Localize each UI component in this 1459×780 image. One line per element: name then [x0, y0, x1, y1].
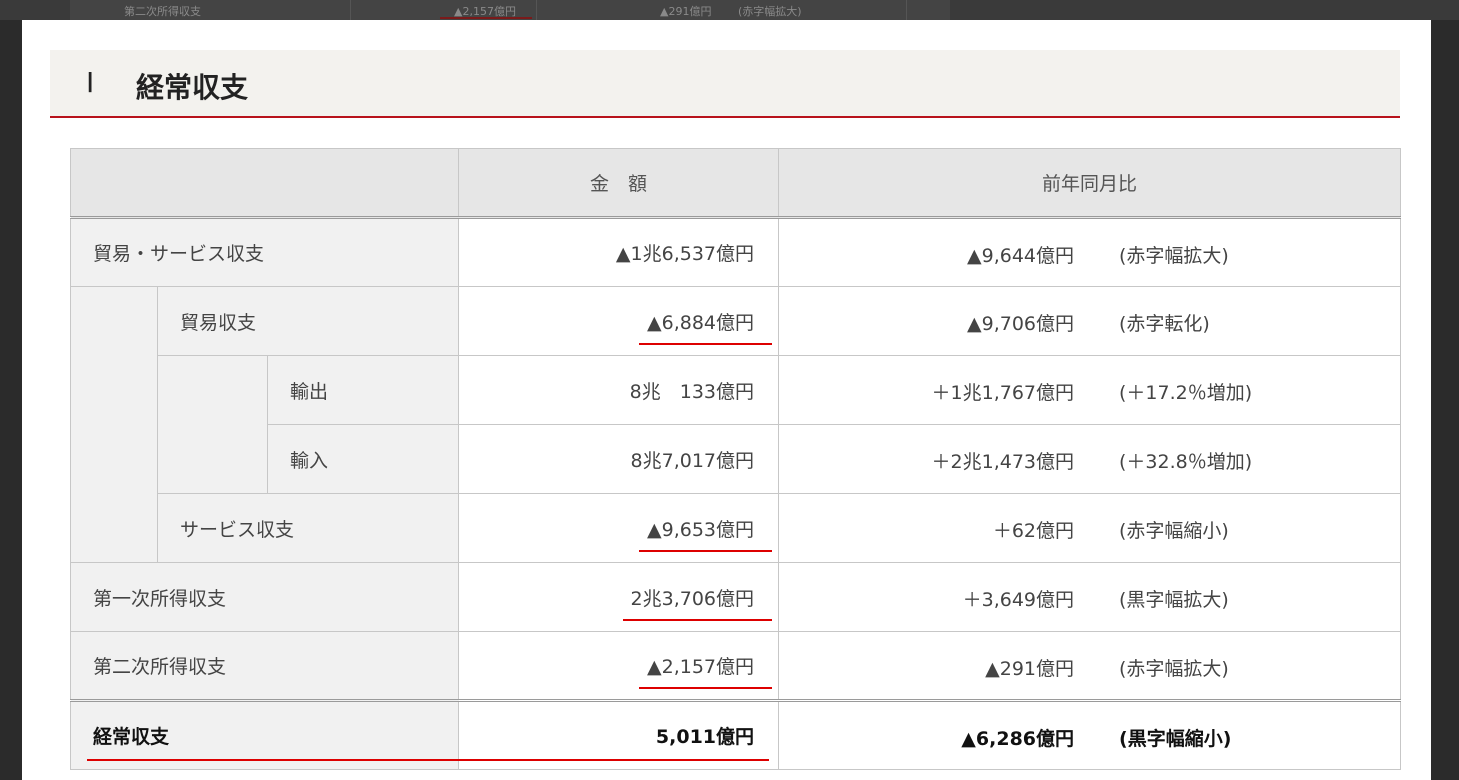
table-row: 輸出 8兆 133億円 ＋1兆1,767億円 (＋17.2％増加)	[71, 355, 1402, 494]
header-label	[69, 148, 460, 219]
indent-cell	[70, 286, 158, 563]
section-heading: Ⅰ 経常収支	[50, 50, 1400, 118]
row-note: (＋17.2％増加)	[1119, 382, 1253, 404]
background-table-strip: 第二次所得収支 ▲2,157億円 ▲291億円 (赤字幅拡大)	[0, 0, 1459, 20]
table-row: 貿易収支 ▲6,884億円 ▲9,706億円 (赤字転化)	[70, 286, 1402, 563]
background-row-note: (赤字幅拡大)	[738, 5, 802, 18]
row-label: 輸出	[290, 380, 329, 403]
row-amount: ▲6,884億円	[638, 308, 773, 345]
total-underline	[87, 759, 769, 761]
header-amount: 金 額	[458, 148, 780, 219]
row-change: ＋1兆1,767億円	[931, 382, 1075, 404]
total-label: 経常収支	[93, 726, 170, 748]
row-label: 第二次所得収支	[93, 656, 227, 678]
total-amount: 5,011億円	[655, 726, 755, 748]
row-label: 第一次所得収支	[93, 587, 227, 610]
row-label: 貿易・サービス収支	[93, 243, 265, 265]
row-amount: ▲1兆6,537億円	[615, 243, 755, 265]
row-label: サービス収支	[180, 518, 295, 541]
total-change: ▲6,286億円	[961, 728, 1075, 750]
total-row: 経常収支 5,011億円 ▲6,286億円 (黒字幅縮小)	[69, 699, 1402, 770]
total-note: (黒字幅縮小)	[1119, 728, 1232, 750]
row-note: (赤字転化)	[1119, 313, 1210, 335]
table-row: 第一次所得収支 2兆3,706億円 ＋3,649億円 (黒字幅拡大)	[69, 562, 1402, 632]
table-header-row: 金 額 前年同月比	[69, 148, 1402, 219]
header-compare: 前年同月比	[778, 148, 1402, 219]
row-note: (赤字幅拡大)	[1119, 658, 1229, 680]
row-label: 貿易収支	[180, 311, 257, 334]
row-amount: 2兆3,706億円	[622, 584, 773, 621]
row-label: 輸入	[290, 449, 329, 472]
background-row-change: ▲291億円	[660, 5, 712, 18]
table-row: 輸入 8兆7,017億円 ＋2兆1,473億円 (＋32.8％増加)	[71, 424, 1402, 494]
row-amount: ▲9,653億円	[638, 515, 773, 552]
background-divider	[536, 0, 537, 20]
row-amount: ▲2,157億円	[638, 652, 773, 689]
row-change: ▲9,706億円	[967, 313, 1075, 335]
row-change: ▲9,644億円	[967, 245, 1075, 267]
row-amount: 8兆 133億円	[629, 380, 755, 403]
row-change: ＋62億円	[992, 520, 1075, 542]
row-amount: 8兆7,017億円	[630, 449, 755, 472]
table-row: サービス収支 ▲9,653億円 ＋62億円 (赤字幅縮小)	[71, 493, 1402, 563]
row-change: ＋3,649億円	[962, 589, 1075, 611]
background-divider	[350, 0, 351, 20]
section-title: 経常収支	[136, 71, 249, 104]
section-number: Ⅰ	[86, 66, 95, 99]
row-change: ＋2兆1,473億円	[931, 451, 1075, 473]
current-account-table: 金 額 前年同月比 貿易・サービス収支 ▲1兆6,537億円 ▲9,644億円 (…	[69, 148, 1402, 770]
background-underline	[440, 17, 532, 19]
row-note: (＋32.8％増加)	[1119, 451, 1253, 473]
background-divider	[906, 0, 907, 20]
background-row-label: 第二次所得収支	[124, 5, 201, 18]
table-row: 貿易・サービス収支 ▲1兆6,537億円 ▲9,644億円 (赤字幅拡大)	[69, 217, 1402, 287]
document-card: Ⅰ 経常収支 金 額 前年同月比 貿易・サービス収支 ▲1兆6,537億円 ▲9…	[22, 20, 1431, 780]
row-note: (黒字幅拡大)	[1119, 589, 1229, 611]
row-note: (赤字幅縮小)	[1119, 520, 1229, 542]
table-row: 第二次所得収支 ▲2,157億円 ▲291億円 (赤字幅拡大)	[69, 631, 1402, 701]
row-note: (赤字幅拡大)	[1119, 245, 1229, 267]
indent-cell	[157, 355, 268, 494]
row-change: ▲291億円	[985, 658, 1075, 680]
